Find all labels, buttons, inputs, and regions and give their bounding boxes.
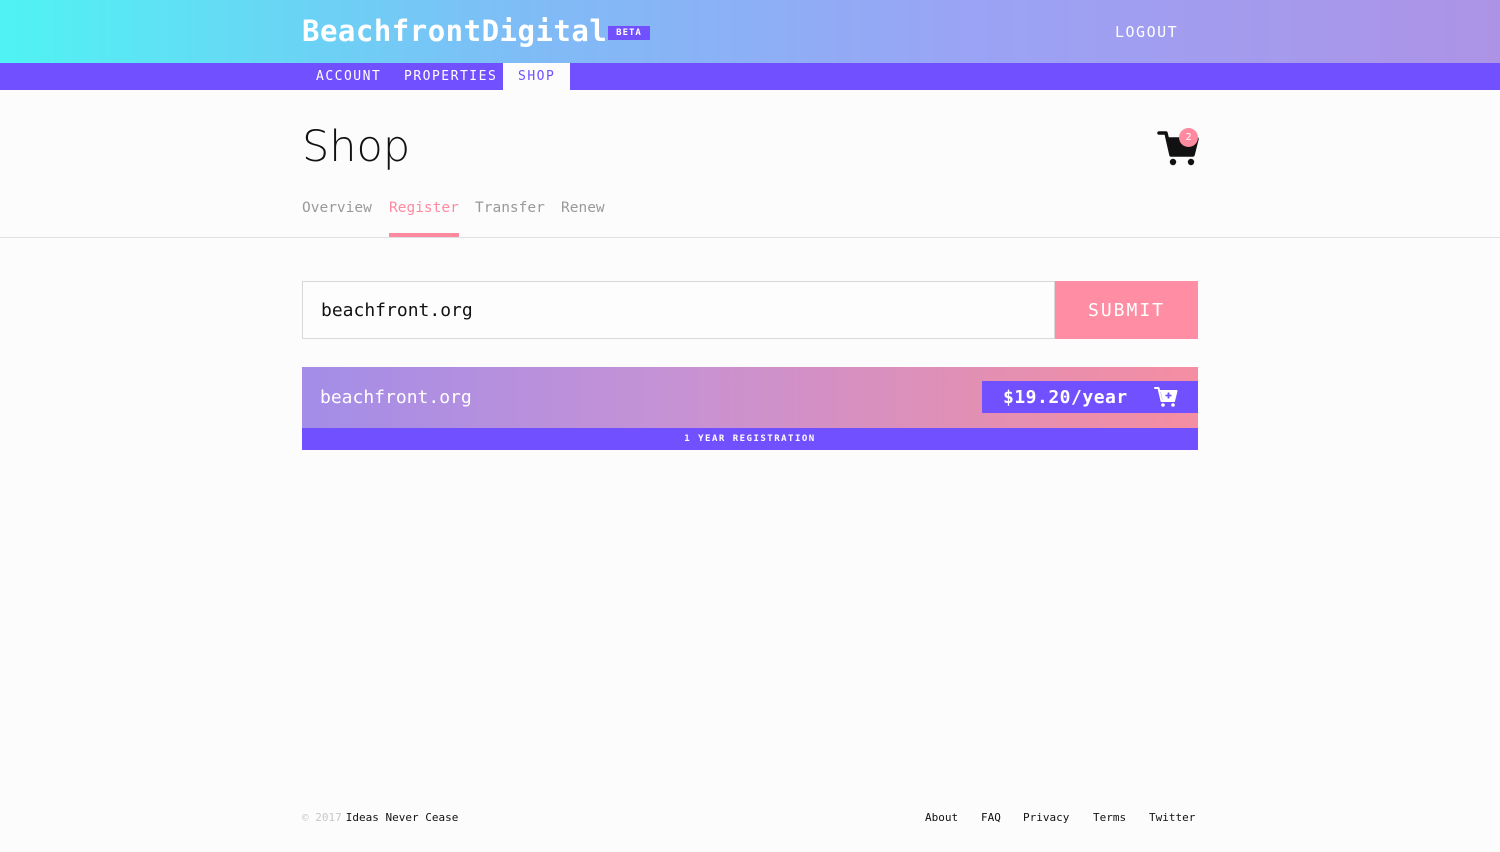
nav-item-account[interactable]: ACCOUNT xyxy=(316,63,381,90)
tab-overview[interactable]: Overview xyxy=(302,200,372,216)
beta-badge: BETA xyxy=(608,26,650,40)
submit-button[interactable]: SUBMIT xyxy=(1055,281,1198,339)
footer-link-twitter[interactable]: Twitter xyxy=(1149,811,1195,824)
footer-link-terms[interactable]: Terms xyxy=(1093,811,1126,824)
result-domain-name: beachfront.org xyxy=(320,387,472,408)
footer-link-about[interactable]: About xyxy=(925,811,958,824)
footer-link-privacy[interactable]: Privacy xyxy=(1023,811,1069,824)
domain-search-input[interactable] xyxy=(302,281,1055,339)
top-header: BeachfrontDigital BETA LOGOUT xyxy=(0,0,1500,63)
tab-transfer[interactable]: Transfer xyxy=(475,200,545,216)
app-logo[interactable]: BeachfrontDigital xyxy=(302,14,607,48)
result-price: $19.20/year xyxy=(1003,387,1128,408)
page-title: Shop xyxy=(302,122,411,172)
logout-button[interactable]: LOGOUT xyxy=(1115,23,1178,41)
main-nav: ACCOUNT PROPERTIES SHOP xyxy=(0,63,1500,90)
add-to-cart-button[interactable]: $19.20/year xyxy=(982,381,1198,413)
footer-link-faq[interactable]: FAQ xyxy=(981,811,1001,824)
registration-term-bar: 1 YEAR REGISTRATION xyxy=(302,428,1198,450)
footer-copyright: © 2017 Ideas Never Cease xyxy=(302,811,458,824)
cart-count-badge: 2 xyxy=(1179,128,1198,147)
tab-divider xyxy=(0,237,1500,238)
copyright-text: © 2017 xyxy=(302,811,342,824)
tab-renew[interactable]: Renew xyxy=(561,200,605,216)
domain-result-card: beachfront.org $19.20/year xyxy=(302,367,1198,428)
nav-item-properties[interactable]: PROPERTIES xyxy=(404,63,497,90)
add-to-cart-icon xyxy=(1154,386,1178,408)
footer-brand: Ideas Never Cease xyxy=(345,811,459,824)
nav-item-shop[interactable]: SHOP xyxy=(503,63,571,90)
tab-register[interactable]: Register xyxy=(389,200,459,216)
